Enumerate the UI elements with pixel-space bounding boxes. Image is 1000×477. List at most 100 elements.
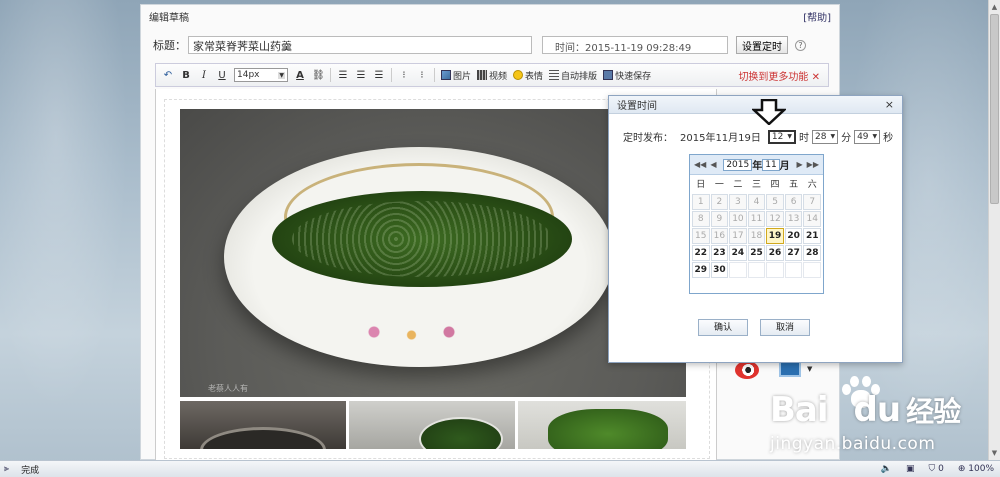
- calendar-day[interactable]: 27: [784, 245, 803, 261]
- month-input[interactable]: 11: [762, 158, 780, 171]
- title-row: 标题： 家常菜脊荠菜山药羹 时间：2015-11-19 09:28:49 设置定…: [153, 35, 833, 55]
- next-year-icon[interactable]: ▶▶: [807, 160, 819, 169]
- calendar-year-month: 2015 年 11 月: [723, 157, 790, 172]
- quick-save-button[interactable]: 快速保存: [603, 69, 651, 82]
- image-icon: [441, 70, 451, 80]
- calendar-day[interactable]: 26: [766, 245, 784, 261]
- prev-month-icon[interactable]: ◀: [710, 160, 716, 169]
- calendar-day[interactable]: 21: [803, 228, 821, 244]
- weekday-label: 四: [770, 180, 780, 190]
- chevron-down-icon: ▼: [278, 71, 285, 79]
- bullet-list-icon[interactable]: ⁝: [398, 70, 410, 81]
- title-label: 标题：: [153, 39, 186, 52]
- baidu-brand-text: Bai du 经验: [770, 390, 961, 430]
- italic-button[interactable]: I: [198, 70, 210, 81]
- speaker-icon[interactable]: 🔈: [881, 464, 892, 474]
- auto-layout-button[interactable]: 自动排版: [549, 69, 597, 82]
- second-select[interactable]: 49 ▼: [854, 129, 881, 144]
- calendar-day: 17: [729, 228, 747, 244]
- close-icon[interactable]: ×: [885, 98, 894, 111]
- year-input[interactable]: 2015: [723, 158, 753, 171]
- bowl-shape: [224, 147, 614, 367]
- month-suffix: 月: [779, 161, 790, 172]
- chevron-down-icon: ▼: [872, 133, 878, 140]
- cancel-button[interactable]: 取消: [760, 319, 810, 336]
- calendar-day[interactable]: 24: [729, 245, 747, 261]
- font-color-button[interactable]: A: [294, 70, 306, 81]
- weekday-label: 三: [751, 180, 761, 190]
- photo-watermark: 老蔡人人有: [208, 384, 248, 393]
- calendar-day[interactable]: 20: [784, 228, 803, 244]
- calendar-day: 11: [747, 211, 766, 227]
- second-value: 49: [857, 131, 869, 142]
- bold-button[interactable]: B: [180, 70, 192, 81]
- minute-unit: 分: [841, 133, 852, 144]
- align-center-icon[interactable]: ☰: [355, 70, 367, 81]
- soup-surface: [272, 191, 572, 287]
- editor-toolbar: ↶ B I U 14px ▼ A ⛓ ☰ ☰ ☰ ⁝ ⁝ 图片 视频 表情 自动…: [155, 63, 829, 87]
- calendar-day: 1: [692, 194, 710, 210]
- align-left-icon[interactable]: ☰: [337, 70, 349, 81]
- link-icon[interactable]: ⛓: [312, 70, 325, 81]
- insert-video-button[interactable]: 视频: [477, 69, 507, 82]
- confirm-button[interactable]: 确认: [698, 319, 748, 336]
- font-size-value: 14px: [237, 70, 260, 80]
- align-right-icon[interactable]: ☰: [373, 70, 385, 81]
- hour-unit: 时: [798, 133, 809, 144]
- calendar-header: ◀◀ ◀ 2015 年 11 月 ▶ ▶▶: [690, 155, 823, 175]
- status-left: ⫸ 完成: [0, 463, 39, 476]
- underline-button[interactable]: U: [216, 70, 228, 81]
- save-icon: [603, 70, 614, 80]
- calendar-day: 2: [710, 194, 729, 210]
- editor-header-title: 编辑草稿: [149, 13, 189, 24]
- help-link[interactable]: [帮助]: [803, 9, 831, 24]
- step-photo-3[interactable]: [518, 401, 686, 449]
- calendar-day[interactable]: 29: [692, 262, 710, 278]
- scroll-up-arrow-icon[interactable]: ▲: [990, 2, 999, 12]
- toolbar-divider: [330, 68, 331, 82]
- calendar-day[interactable]: 28: [803, 245, 821, 261]
- emoji-button[interactable]: 表情: [513, 69, 543, 82]
- schedule-button[interactable]: 设置定时: [736, 36, 788, 54]
- calendar-day: 12: [766, 211, 784, 227]
- camera-icon[interactable]: ▣: [906, 464, 915, 474]
- calendar-day: 15: [692, 228, 710, 244]
- jingyan-label: 经验: [906, 395, 961, 428]
- weekday-label: 六: [807, 180, 817, 190]
- more-features-link[interactable]: 切换到更多功能 ✕: [738, 68, 820, 83]
- calendar-day: 5: [766, 194, 784, 210]
- shield-icon[interactable]: ⛉ 0: [929, 464, 944, 474]
- next-month-icon[interactable]: ▶: [797, 160, 803, 169]
- calendar-day-empty: [729, 262, 747, 278]
- calendar-day[interactable]: 23: [710, 245, 729, 261]
- scroll-down-arrow-icon[interactable]: ▼: [990, 448, 999, 458]
- calendar-day-today[interactable]: 19: [766, 228, 784, 244]
- title-input[interactable]: 家常菜脊荠菜山药羹: [188, 36, 532, 54]
- year-suffix: 年: [752, 161, 763, 172]
- hour-select[interactable]: 12 ▼: [767, 129, 796, 144]
- font-size-select[interactable]: 14px ▼: [234, 68, 288, 82]
- undo-icon[interactable]: ↶: [162, 70, 174, 81]
- smiley-icon: [513, 70, 524, 80]
- browser-status-bar: ⫸ 完成 🔈 ▣ ⛉ 0 ⊕ 100%: [0, 460, 1000, 477]
- calendar-day[interactable]: 25: [747, 245, 766, 261]
- step-photo-2[interactable]: [349, 401, 515, 449]
- calendar-prev-nav: ◀◀ ◀: [694, 160, 716, 169]
- minute-select[interactable]: 28 ▼: [811, 129, 839, 144]
- auto-layout-label: 自动排版: [561, 71, 598, 82]
- down-arrow-icon: [752, 99, 786, 125]
- scrollbar-thumb[interactable]: [990, 14, 999, 204]
- step-photo-1[interactable]: [180, 401, 346, 449]
- numbered-list-icon[interactable]: ⁝: [416, 70, 428, 81]
- prev-year-icon[interactable]: ◀◀: [694, 160, 706, 169]
- calendar-day[interactable]: 22: [692, 245, 710, 261]
- calendar-day[interactable]: 30: [710, 262, 729, 278]
- zoom-icon[interactable]: ⊕ 100%: [958, 464, 994, 474]
- weibo-icon[interactable]: [735, 361, 759, 379]
- calendar-day: 16: [710, 228, 729, 244]
- time-display: 时间：2015-11-19 09:28:49: [542, 36, 728, 54]
- question-icon[interactable]: ?: [795, 39, 806, 51]
- calendar-day: 6: [784, 194, 803, 210]
- toolbar-divider: [391, 68, 392, 82]
- insert-image-button[interactable]: 图片: [441, 69, 471, 82]
